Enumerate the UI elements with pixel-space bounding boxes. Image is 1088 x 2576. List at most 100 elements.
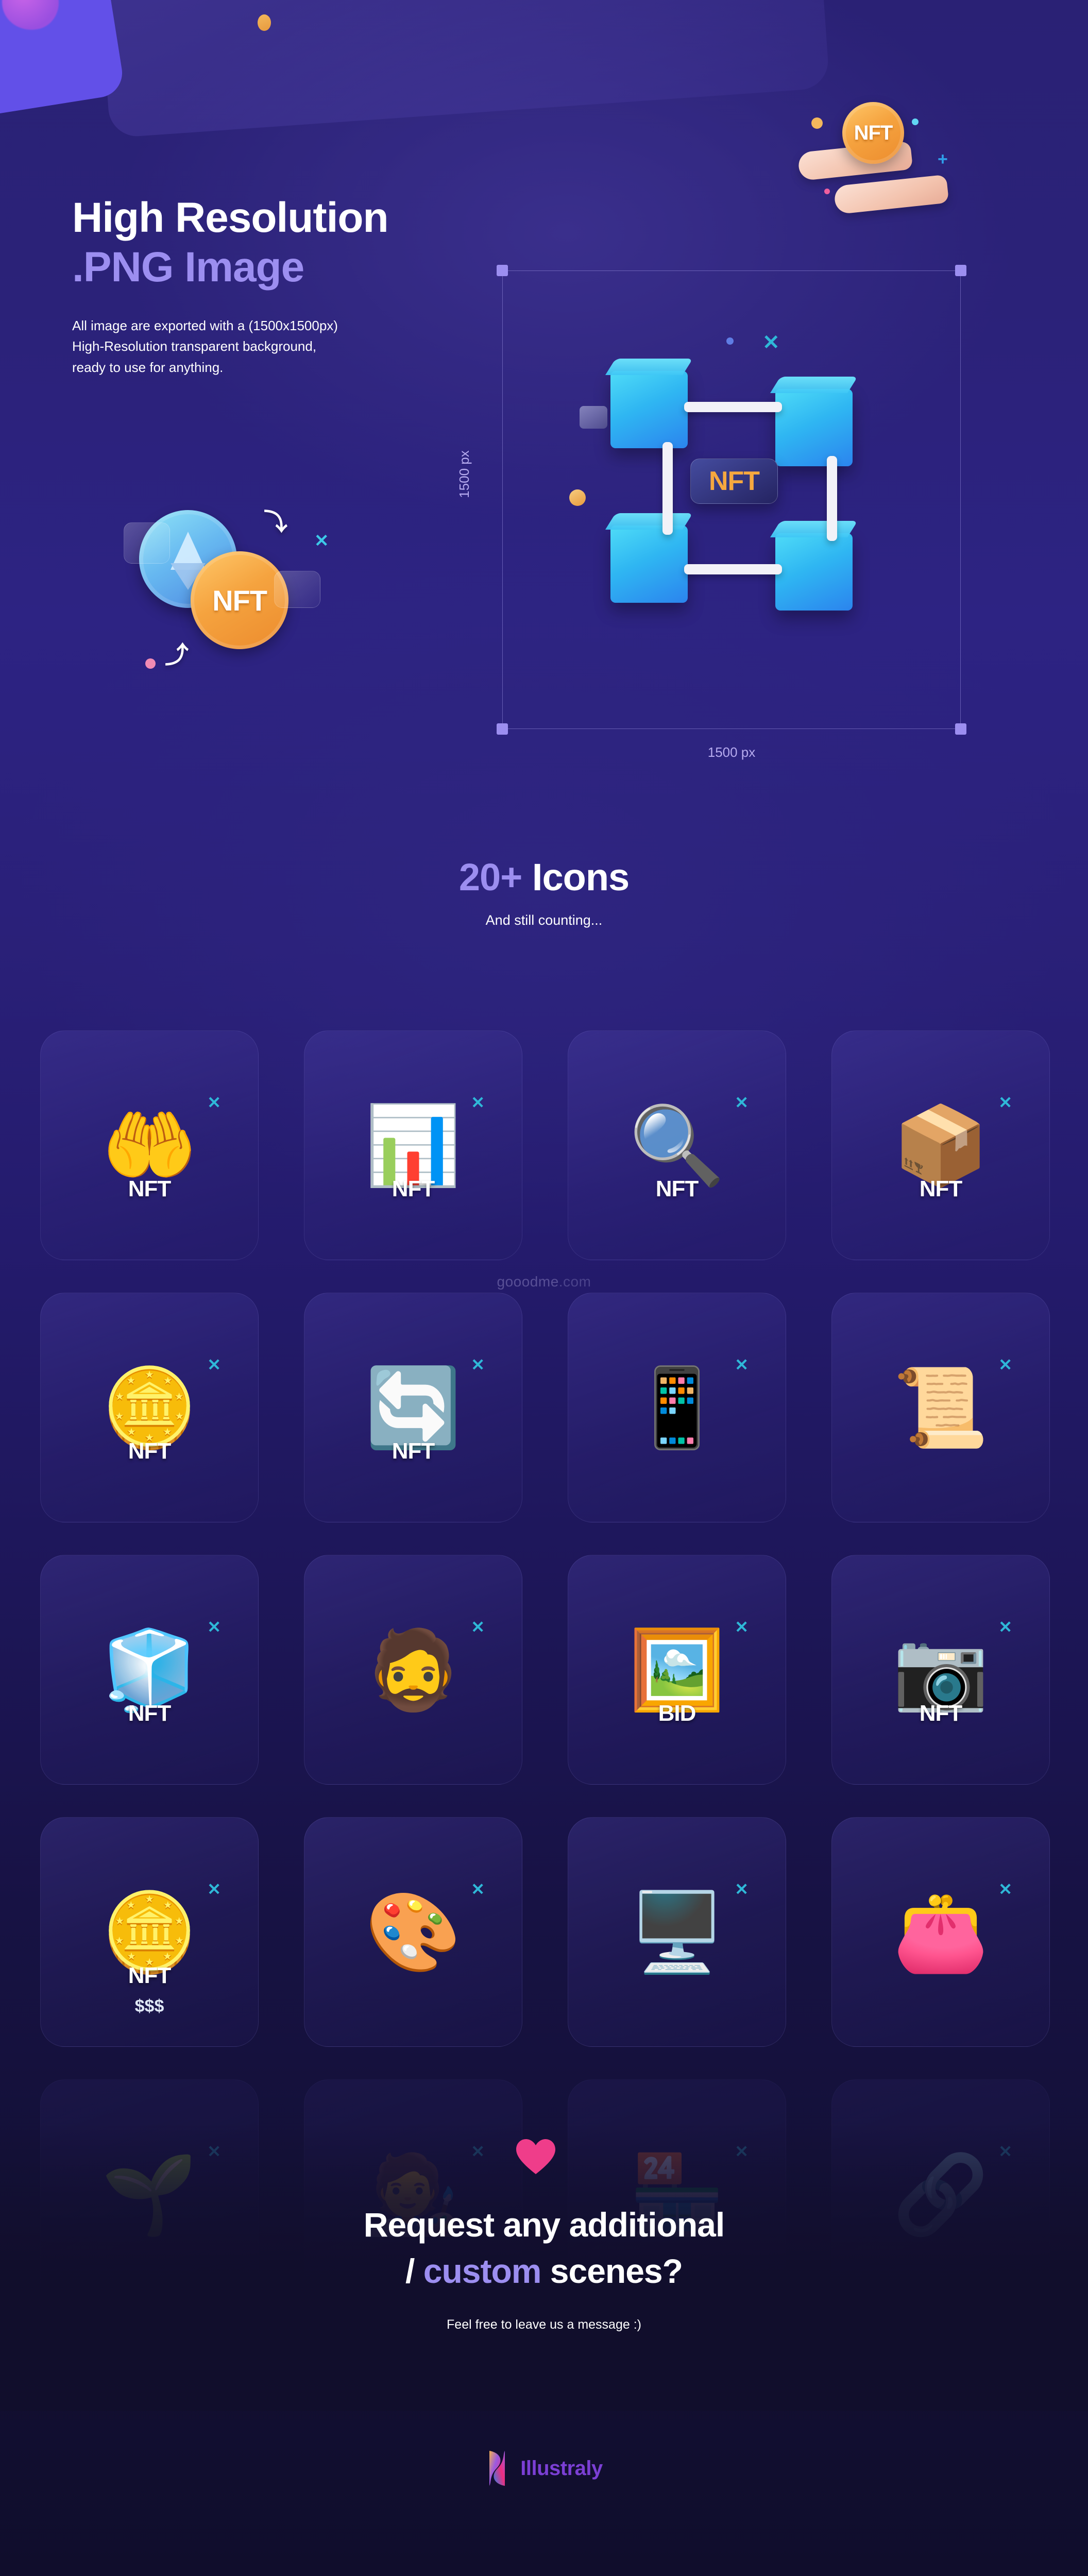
nft-photo-file-card[interactable]: 📷 NFT ✕ [831,1555,1050,1785]
icon-label: NFT [655,1176,699,1201]
preview-height-label: 1500 px [456,450,472,498]
icons-count-label: 20+ [458,856,523,899]
cta-block: Request any additional / custom scenes? … [0,2205,1088,2332]
nft-desktop-listing-card[interactable]: 🖥️ ✕ [568,1817,786,2047]
nft-art-palette-card[interactable]: 🎨 ✕ [304,1817,522,2047]
nft-coin-in-hands-card[interactable]: 🤲 NFT ✕ [40,1030,259,1260]
hero-title-line1: High Resolution [72,194,389,241]
icon-art: 📦 NFT ✕ [832,1031,1049,1260]
hero-text-block: High Resolution .PNG Image All image are… [72,194,515,378]
icons-subheading: And still counting... [485,912,603,928]
icon-label: NFT [128,1963,172,1988]
footer-logo[interactable]: Illustraly [0,2450,1088,2487]
icon-art: 🔄 NFT ✕ [304,1293,522,1522]
resize-handle-bottom-left[interactable] [497,723,508,735]
cta-custom-word: custom [423,2252,542,2290]
icons-section-heading: 20+ Icons And still counting... [0,855,1088,928]
x-sparkle-icon: ✕ [735,1355,749,1374]
icon-art: 🤲 NFT ✕ [41,1031,258,1260]
arrow-swap-up-icon: ⤴ [165,641,189,668]
nft-photo-file-glyph-icon: 📷 [892,1626,989,1713]
x-sparkle-icon: ✕ [998,1618,1012,1636]
cta-rest: scenes? [541,2252,683,2290]
preview-width-label: 1500 px [707,744,756,760]
nft-bid-artwork-card[interactable]: 🖼️ BID ✕ [568,1555,786,1785]
x-sparkle-icon: ✕ [735,1618,749,1636]
link-bar-top [684,402,782,412]
hero-description: All image are exported with a (1500x1500… [72,318,338,375]
link-bar-left [662,442,673,535]
nft-certificate-glyph-icon: 📜 [892,1364,989,1451]
glass-tab-icon [580,406,607,429]
nft-coin-price-glyph-icon: 🪙 [101,1889,198,1975]
nft-coin-in-box-card[interactable]: 📦 NFT ✕ [831,1030,1050,1260]
cta-subtitle: Feel free to leave us a message :) [447,2317,641,2332]
nft-bid-artwork-glyph-icon: 🖼️ [628,1626,725,1713]
nft-coin-in-hands-glyph-icon: 🤲 [101,1102,198,1189]
site-watermark: gooodme.com [0,1274,1088,1290]
resize-handle-bottom-right[interactable] [955,723,966,735]
nft-mobile-app-glyph-icon: 📱 [628,1364,725,1451]
nft-wallet-card[interactable]: 👛 ✕ [831,1817,1050,2047]
x-sparkle-icon: ✕ [207,1093,221,1112]
nft-wallet-glyph-icon: 👛 [892,1889,989,1975]
icon-art: 🔍 NFT ✕ [568,1031,786,1260]
nft-blockchain-cubes-card[interactable]: 🧊 NFT ✕ [40,1555,259,1785]
icon-grid: 🤲 NFT ✕ 📊 NFT ✕ 🔍 NFT ✕ 📦 NFT ✕ 🪙 NFT ✕ 🔄 NFT ✕ 📱 ✕ 📜 ✕ 🧊 NFT ✕ 🧔… [40,1030,1050,2309]
x-sparkle-icon: ✕ [998,1093,1012,1112]
pink-dot-icon [824,189,830,194]
blue-dot-icon [726,337,734,345]
icon-art: 📷 NFT ✕ [832,1555,1049,1784]
nft-collector-avatar-card[interactable]: 🧔 ✕ [304,1555,522,1785]
image-preview-frame[interactable]: NFT ✕ 1500 px 1500 px [456,265,966,760]
nft-coin-in-box-glyph-icon: 📦 [892,1102,989,1189]
nft-search-magnifier-card[interactable]: 🔍 NFT ✕ [568,1030,786,1260]
icon-art: 🧔 ✕ [304,1555,522,1784]
pink-dot-icon [145,658,156,669]
heart-icon [515,2138,556,2175]
icons-heading-text: 20+ Icons [0,855,1088,899]
nft-network-coin-glyph-icon: 🪙 [101,1364,198,1451]
gold-dot-icon [569,489,586,506]
arrow-swap-down-icon: ⤵ [264,509,287,535]
cube-bottom-left-icon [610,526,688,603]
nft-desktop-listing-glyph-icon: 🖥️ [628,1889,725,1975]
x-sparkle-icon: ✕ [735,1093,749,1112]
x-sparkle-icon: ✕ [471,1880,485,1899]
x-sparkle-icon: ✕ [998,1355,1012,1374]
nft-growth-chart-card[interactable]: 📊 NFT ✕ [304,1030,522,1260]
nft-network-coin-card[interactable]: 🪙 NFT ✕ [40,1293,259,1522]
x-sparkle-icon: ✕ [471,1093,485,1112]
x-sparkle-icon: ✕ [762,331,780,354]
nft-certificate-card[interactable]: 📜 ✕ [831,1293,1050,1522]
hand-lower-icon [833,174,949,215]
plus-icon: + [938,149,948,169]
link-bar-right [827,456,837,541]
nft-coin-icon: NFT [842,102,904,164]
cta-line1: Request any additional [363,2206,725,2244]
nft-collector-avatar-glyph-icon: 🧔 [365,1626,462,1713]
nft-eth-swap-card[interactable]: 🔄 NFT ✕ [304,1293,522,1522]
cyan-dot-icon [912,118,919,125]
magenta-blob-icon [0,0,63,35]
x-sparkle-icon: ✕ [207,1880,221,1899]
hero-hand-coin-scene: NFT + [757,93,974,242]
icon-art: 🪙 NFT $$$ ✕ [41,1818,258,2046]
icon-label: NFT [919,1701,963,1726]
hero-title-line2: .PNG Image [72,244,304,291]
hero-exchange-scene: NFT ⤵ ⤴ ✕ [124,505,340,690]
icon-label: NFT [392,1176,435,1201]
cta-line2: / custom scenes? [0,2251,1088,2291]
resize-handle-top-right[interactable] [955,265,966,276]
nft-coin-price-card[interactable]: 🪙 NFT $$$ ✕ [40,1817,259,2047]
hero-tilted-panel [87,0,830,139]
x-sparkle-icon: ✕ [471,1618,485,1636]
nft-eth-swap-glyph-icon: 🔄 [365,1364,462,1451]
cube-top-left-icon [610,371,688,448]
cta-slash: / [405,2252,423,2290]
glass-panel-left [124,522,170,564]
resize-handle-top-left[interactable] [497,265,508,276]
x-sparkle-icon: ✕ [735,1880,749,1899]
nft-search-magnifier-glyph-icon: 🔍 [628,1102,725,1189]
nft-mobile-app-card[interactable]: 📱 ✕ [568,1293,786,1522]
